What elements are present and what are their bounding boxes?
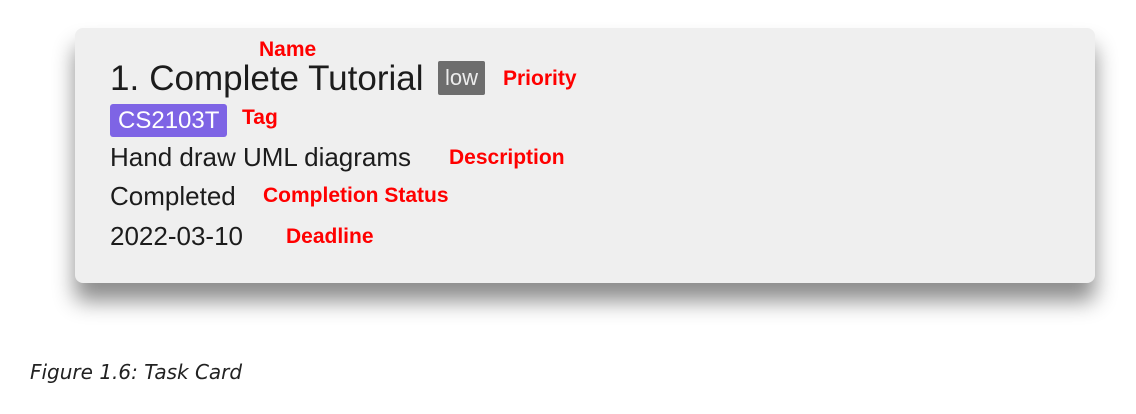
tag-badge: CS2103T (110, 104, 228, 137)
status-annotation: Completion Status (263, 184, 449, 207)
task-index: 1. (110, 59, 140, 98)
tag-annotation: Tag (242, 106, 278, 129)
priority-badge: low (438, 61, 486, 95)
priority-annotation: Priority (503, 67, 577, 90)
task-name: Complete Tutorial (149, 59, 424, 98)
description-annotation: Description (449, 146, 565, 169)
task-description: Hand draw UML diagrams (110, 142, 412, 172)
task-status: Completed (110, 181, 236, 211)
task-title: 1. Complete Tutorial (110, 56, 424, 102)
figure-caption: Figure 1.6: Task Card (30, 360, 243, 384)
deadline-annotation: Deadline (286, 225, 374, 248)
task-deadline: 2022-03-10 (110, 221, 243, 251)
